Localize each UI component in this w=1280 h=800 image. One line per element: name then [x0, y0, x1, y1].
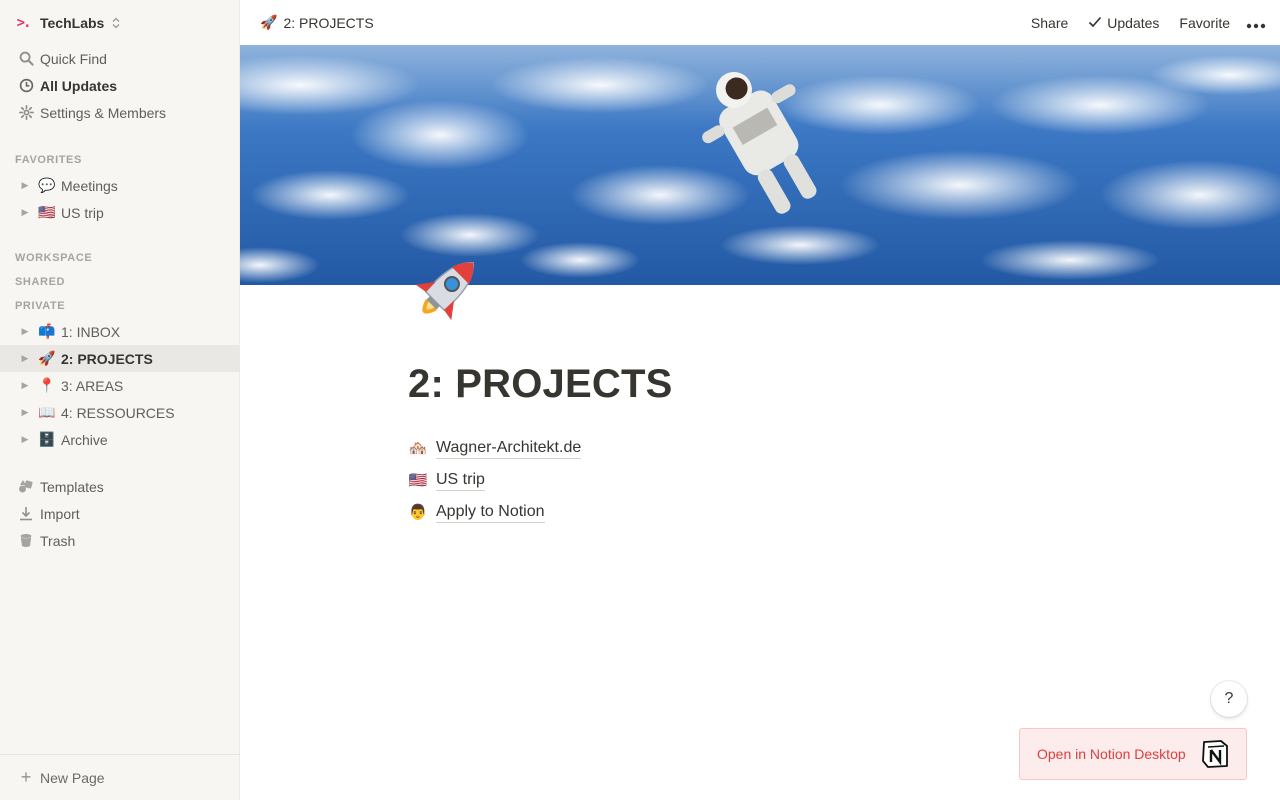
open-in-desktop-button[interactable]: Open in Notion Desktop	[1019, 728, 1247, 780]
notion-logo-icon	[1200, 739, 1230, 769]
caret-right-icon[interactable]: ▶	[18, 326, 32, 337]
section-workspace[interactable]: WORKSPACE	[15, 252, 92, 264]
link-label: US trip	[436, 470, 485, 491]
sidebar-item-quick-find[interactable]: Quick Find	[0, 45, 240, 72]
us-flag-emoji: 🇺🇸	[408, 472, 428, 489]
page-title[interactable]: 2: PROJECTS	[408, 362, 673, 407]
sidebar-item-areas[interactable]: ▶ 📍 3: AREAS	[0, 372, 240, 399]
sidebar-item-label: 4: RESSOURCES	[61, 404, 175, 421]
link-us-trip[interactable]: 🇺🇸 US trip	[408, 464, 581, 496]
meetings-emoji: 💬	[38, 177, 56, 193]
favorite-label: Favorite	[1179, 14, 1230, 31]
sidebar-item-label: Templates	[40, 478, 104, 495]
sidebar-item-label: Import	[40, 505, 80, 522]
gear-icon	[16, 105, 36, 120]
page-links: 🏘️ Wagner-Architekt.de 🇺🇸 US trip 👨 Appl…	[408, 432, 582, 528]
section-shared[interactable]: SHARED	[15, 276, 65, 288]
caret-right-icon[interactable]: ▶	[18, 407, 32, 418]
sidebar-item-ressources[interactable]: ▶ 📖 4: RESSOURCES	[0, 399, 240, 426]
us-flag-emoji: 🇺🇸	[38, 204, 56, 220]
earth-astronaut-cover	[240, 45, 1280, 285]
sidebar-item-trash[interactable]: Trash	[0, 527, 240, 554]
sidebar-item-archive[interactable]: ▶ 🗄️ Archive	[0, 426, 240, 453]
breadcrumb-label: 2: PROJECTS	[283, 14, 374, 31]
sidebar-item-label: All Updates	[40, 77, 118, 94]
sidebar-item-label: Archive	[61, 431, 108, 448]
pin-emoji: 📍	[38, 377, 56, 393]
new-page-label: New Page	[40, 769, 105, 786]
updates-button[interactable]: Updates	[1082, 9, 1165, 37]
clock-icon	[16, 78, 36, 93]
sidebar-item-settings[interactable]: Settings & Members	[0, 99, 240, 126]
search-icon	[16, 51, 36, 66]
sidebar-item-label: Quick Find	[40, 50, 107, 67]
workspace-logo-icon: >.	[16, 15, 32, 31]
cabinet-emoji: 🗄️	[38, 431, 56, 447]
rocket-emoji: 🚀	[38, 350, 56, 366]
workspace-name: TechLabs	[40, 15, 105, 31]
caret-right-icon[interactable]: ▶	[18, 207, 32, 218]
chevron-updown-icon	[112, 17, 120, 29]
sidebar-item-label: US trip	[61, 204, 104, 221]
sidebar-item-label: Trash	[40, 532, 76, 549]
mailbox-emoji: 📫	[38, 323, 56, 339]
caret-right-icon[interactable]: ▶	[18, 434, 32, 445]
link-label: Apply to Notion	[436, 502, 545, 523]
sidebar-item-label: 1: INBOX	[61, 323, 121, 340]
templates-icon	[16, 479, 36, 494]
updates-label: Updates	[1107, 14, 1160, 31]
sidebar-item-all-updates[interactable]: All Updates	[0, 72, 240, 99]
book-emoji: 📖	[38, 404, 56, 420]
sidebar-item-import[interactable]: Import	[0, 500, 240, 527]
breadcrumb[interactable]: 🚀 2: PROJECTS	[260, 14, 374, 31]
more-options-icon[interactable]	[1246, 14, 1266, 32]
open-desktop-label: Open in Notion Desktop	[1037, 746, 1186, 762]
link-wagner-architekt[interactable]: 🏘️ Wagner-Architekt.de	[408, 432, 582, 464]
sidebar-item-templates[interactable]: Templates	[0, 473, 240, 500]
help-button[interactable]: ?	[1211, 681, 1247, 717]
caret-right-icon[interactable]: ▶	[18, 380, 32, 391]
section-favorites: FAVORITES	[15, 154, 82, 166]
share-button[interactable]: Share	[1025, 9, 1074, 37]
caret-right-icon[interactable]: ▶	[18, 353, 32, 364]
new-page-button[interactable]: + New Page	[0, 754, 240, 800]
topbar-actions: Share Updates Favorite	[1017, 0, 1266, 45]
favorite-button[interactable]: Favorite	[1173, 9, 1236, 37]
link-label: Wagner-Architekt.de	[436, 438, 582, 459]
cover-image[interactable]	[240, 45, 1280, 285]
sidebar-item-inbox[interactable]: ▶ 📫 1: INBOX	[0, 318, 240, 345]
houses-emoji: 🏘️	[408, 440, 428, 457]
link-apply-to-notion[interactable]: 👨 Apply to Notion	[408, 496, 581, 528]
sidebar-item-meetings[interactable]: ▶ 💬 Meetings	[0, 172, 240, 199]
sidebar-item-label: Meetings	[61, 177, 118, 194]
sidebar-item-label: Settings & Members	[40, 104, 167, 121]
import-icon	[16, 506, 36, 521]
sidebar-item-projects[interactable]: ▶ 🚀 2: PROJECTS	[0, 345, 240, 372]
sidebar-item-label: 2: PROJECTS	[61, 350, 153, 367]
topbar: 🚀 2: PROJECTS Share Updates Favorite	[240, 0, 1280, 45]
check-icon	[1088, 15, 1102, 31]
sidebar: >. TechLabs Quick Find All Updates Setti…	[0, 0, 240, 800]
sidebar-item-label: 3: AREAS	[61, 377, 124, 394]
sidebar-item-us-trip[interactable]: ▶ 🇺🇸 US trip	[0, 199, 240, 226]
section-private[interactable]: PRIVATE	[15, 300, 65, 312]
page-icon-rocket[interactable]	[406, 248, 488, 330]
share-label: Share	[1030, 14, 1069, 31]
caret-right-icon[interactable]: ▶	[18, 180, 32, 191]
face-emoji: 👨	[408, 504, 428, 521]
workspace-switcher[interactable]: >. TechLabs	[14, 12, 120, 34]
plus-icon: +	[20, 767, 32, 787]
trash-icon	[16, 533, 36, 548]
rocket-emoji: 🚀	[260, 14, 278, 30]
